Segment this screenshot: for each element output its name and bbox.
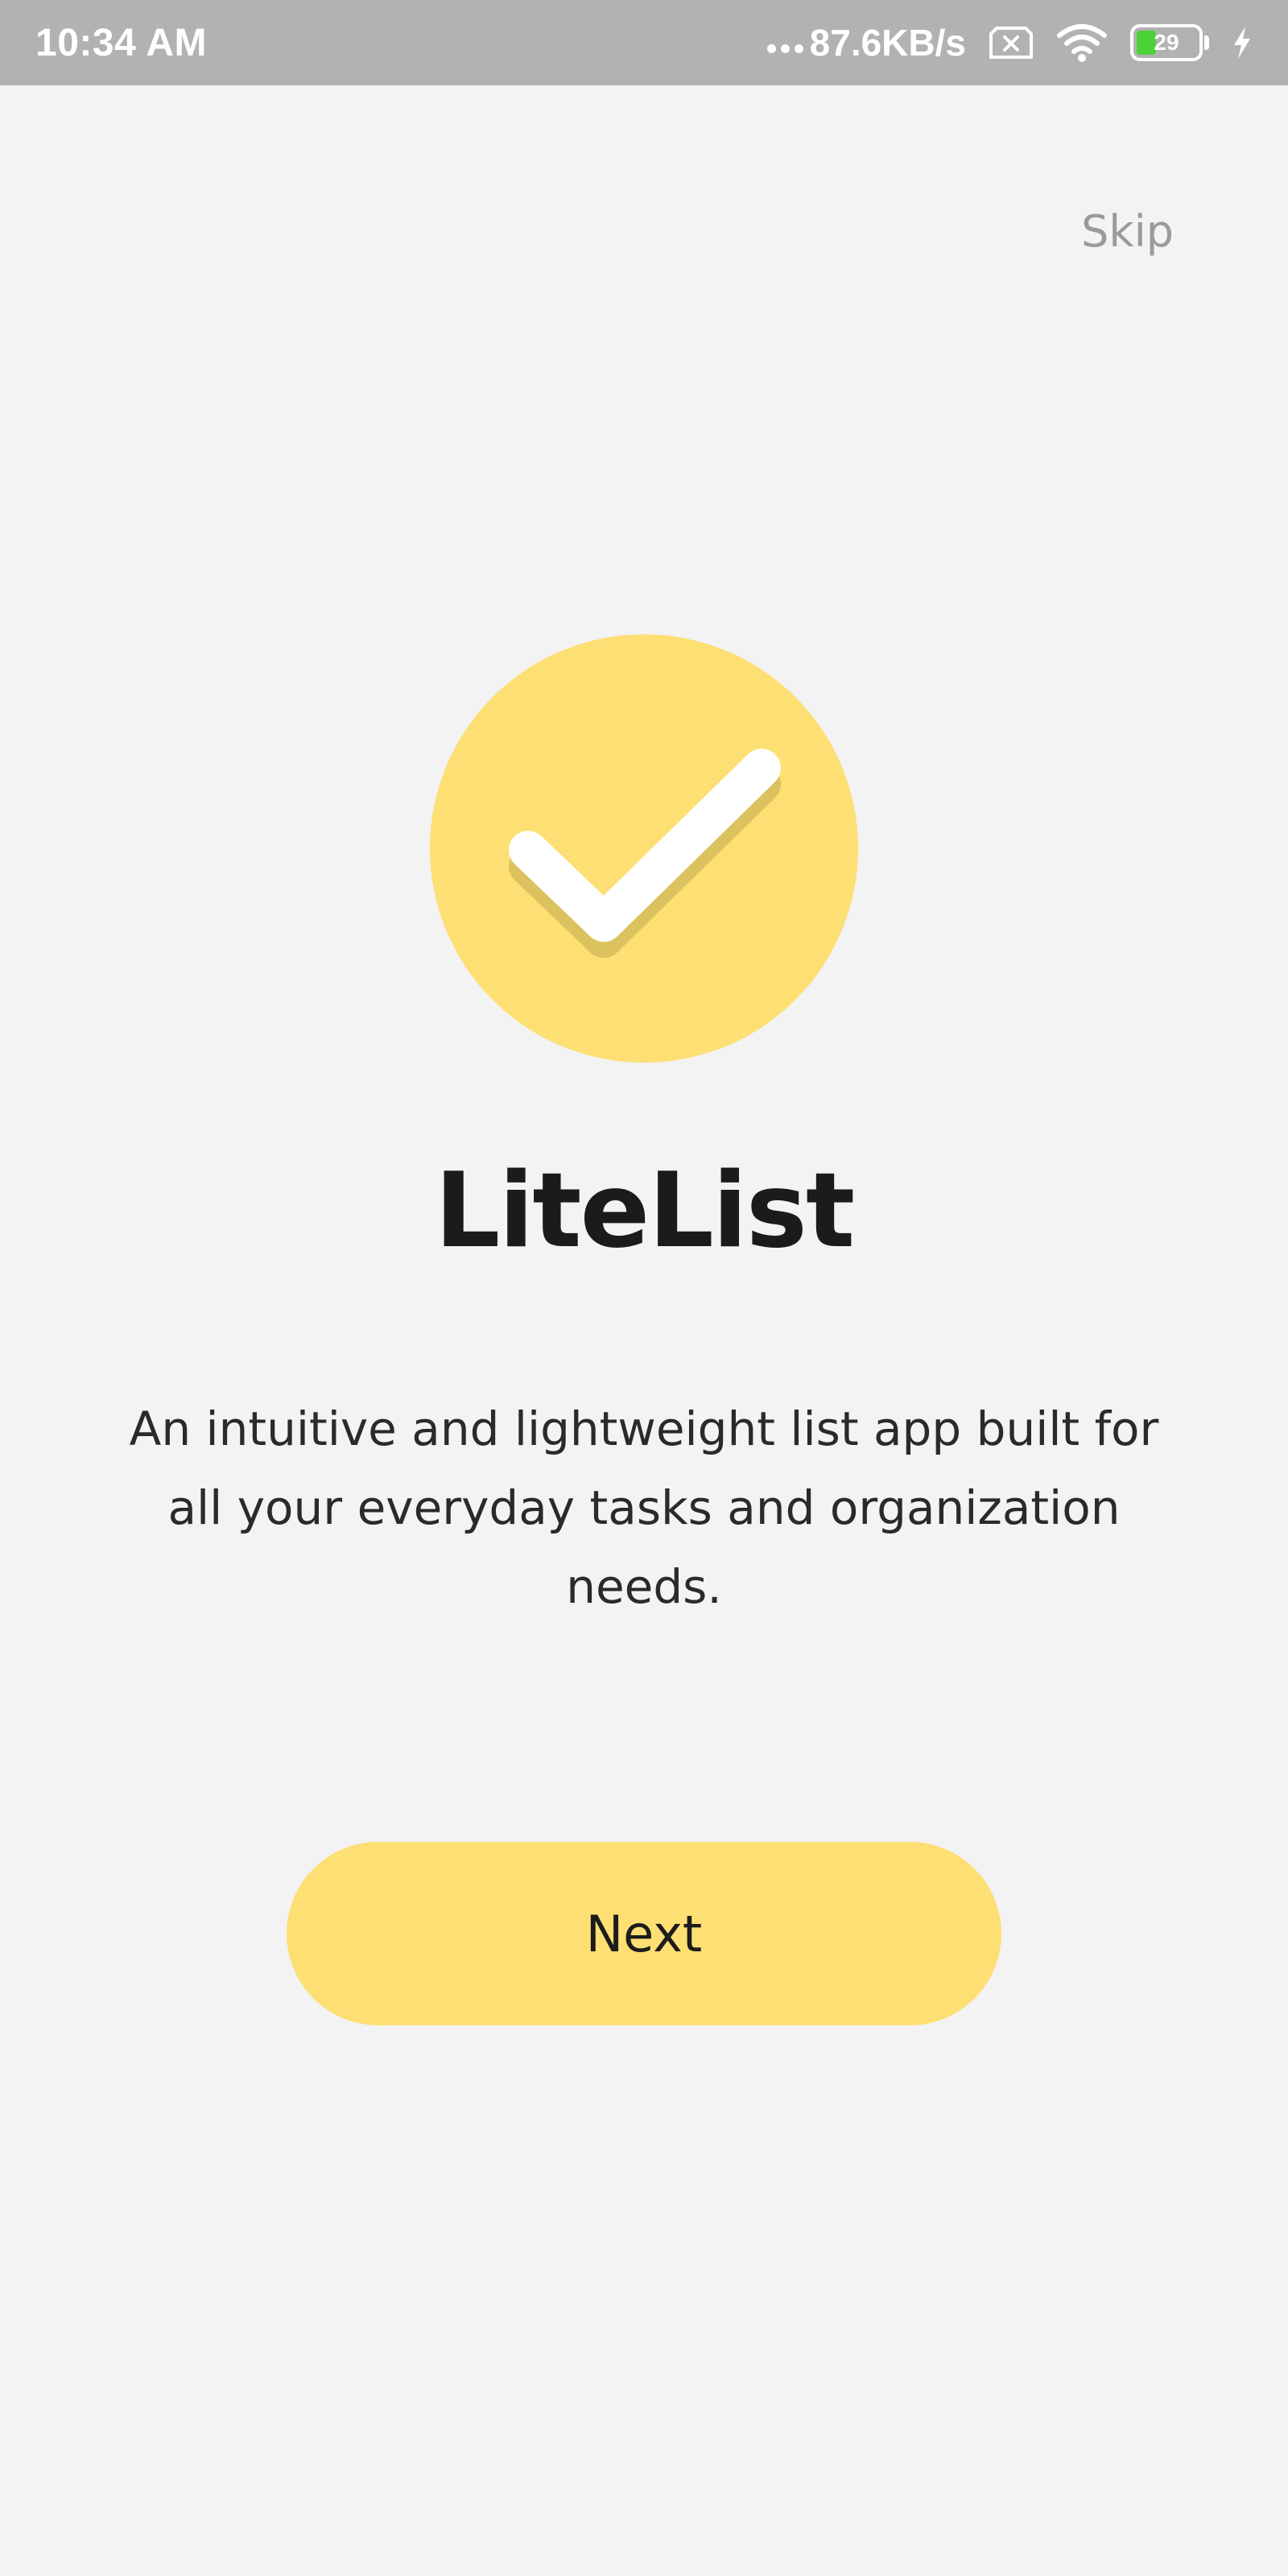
- no-sim-icon: [989, 26, 1034, 60]
- next-button[interactable]: Next: [287, 1842, 1001, 2025]
- battery-icon: 29: [1130, 24, 1209, 61]
- more-dots-icon: [766, 43, 803, 53]
- network-speed-value: 87.6KB/s: [809, 22, 966, 64]
- charging-bolt-icon: [1232, 25, 1253, 60]
- app-description: An intuitive and lightweight list app bu…: [129, 1402, 1159, 1614]
- battery-level: 29: [1154, 30, 1179, 55]
- status-icons: 87.6KB/s 29: [766, 21, 1253, 64]
- checkmark-icon: [430, 634, 858, 1063]
- status-bar: 10:34 AM 87.6KB/s 29: [0, 0, 1288, 85]
- wifi-icon: [1056, 23, 1108, 63]
- network-speed: 87.6KB/s: [766, 21, 966, 64]
- skip-button[interactable]: Skip: [1081, 206, 1174, 257]
- status-time: 10:34 AM: [35, 21, 207, 64]
- app-logo: [430, 634, 858, 1063]
- app-title: LiteList: [434, 1151, 855, 1271]
